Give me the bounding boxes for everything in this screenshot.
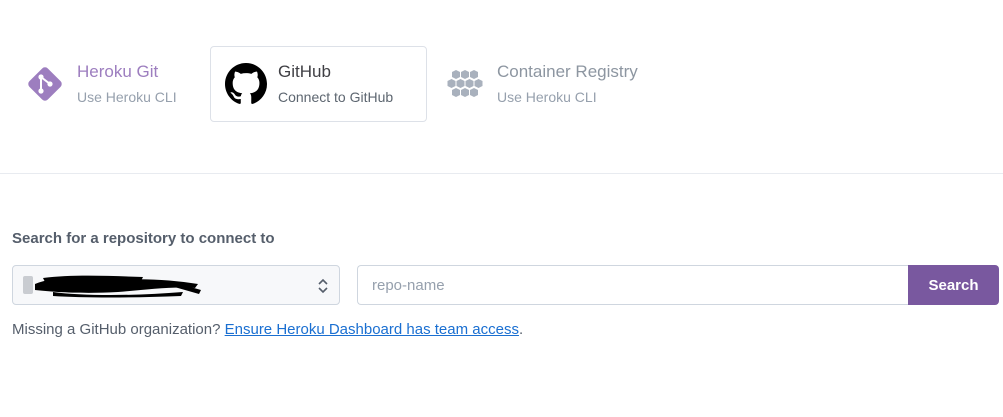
method-title: Heroku Git [77,62,159,81]
method-title: Container Registry [497,62,638,81]
organization-select[interactable] [12,265,340,305]
deployment-method-list: Heroku Git Use Heroku CLI GitHub Connect… [0,0,1003,174]
github-icon [224,62,268,106]
repo-name-input[interactable] [357,265,909,305]
missing-organization-text: Missing a GitHub organization? [12,321,221,338]
deployment-method-heroku-git[interactable]: Heroku Git Use Heroku CLI [22,46,198,122]
method-subtitle: Use Heroku CLI [497,89,597,105]
missing-organization-help: Missing a GitHub organization? Ensure He… [12,321,523,338]
git-icon [23,62,67,106]
deployment-method-container-registry[interactable]: Container Registry Use Heroku CLI [442,46,672,122]
team-access-link[interactable]: Ensure Heroku Dashboard has team access [225,321,519,338]
redacted-organization-name [23,275,201,298]
method-title: GitHub [278,62,331,81]
search-section-label: Search for a repository to connect to [12,230,275,247]
missing-organization-suffix: . [518,321,524,338]
deployment-method-github[interactable]: GitHub Connect to GitHub [210,46,427,122]
method-subtitle: Use Heroku CLI [77,89,177,105]
container-registry-icon [443,62,487,106]
search-button[interactable]: Search [908,265,999,305]
method-subtitle: Connect to GitHub [278,89,394,105]
chevron-updown-icon [318,278,328,294]
